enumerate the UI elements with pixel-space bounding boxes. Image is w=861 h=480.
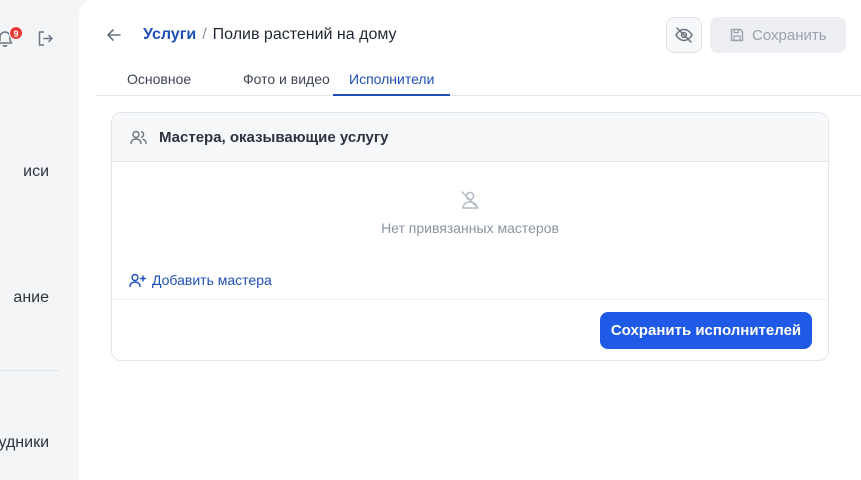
add-master-button[interactable]: Добавить мастера — [129, 272, 272, 288]
notifications-button[interactable]: 9 — [0, 26, 23, 50]
user-plus-icon — [129, 273, 146, 287]
masters-card: Мастера, оказывающие услугу Нет привязан… — [111, 112, 829, 361]
sidebar-divider — [0, 370, 59, 371]
sidebar-item-2[interactable]: ание — [13, 289, 49, 307]
masters-card-header: Мастера, оказывающие услугу — [112, 113, 828, 162]
notification-badge: 9 — [9, 26, 23, 40]
users-icon — [130, 130, 147, 144]
tab-performers[interactable]: Исполнители — [333, 64, 451, 96]
eye-off-icon — [675, 27, 693, 43]
breadcrumb-separator: / — [202, 26, 207, 43]
masters-card-title: Мастера, оказывающие услугу — [159, 128, 389, 146]
save-icon — [730, 28, 744, 42]
logout-icon[interactable] — [37, 30, 54, 47]
sidebar: 9 иси ание удники — [0, 0, 79, 480]
sidebar-top-icons: 9 — [0, 26, 79, 50]
card-divider — [112, 299, 828, 300]
page-title: Полив растений на дому — [212, 26, 397, 43]
tab-photo-video[interactable]: Фото и видео — [227, 64, 346, 96]
user-off-icon — [461, 191, 479, 209]
breadcrumb: Услуги / Полив растений на дому — [143, 26, 397, 44]
empty-state-text: Нет привязанных мастеров — [381, 220, 559, 236]
save-button-label: Сохранить — [752, 26, 827, 44]
tab-main[interactable]: Основное — [111, 64, 207, 96]
breadcrumb-services-link[interactable]: Услуги — [143, 26, 196, 43]
sidebar-item-1[interactable]: иси — [23, 163, 49, 181]
save-button[interactable]: Сохранить — [710, 17, 846, 53]
visibility-toggle-button[interactable] — [666, 17, 702, 53]
save-performers-button[interactable]: Сохранить исполнителей — [600, 312, 812, 349]
main-panel: Услуги / Полив растений на дому Сохранить … — [79, 0, 861, 480]
tab-bar: Основное Фото и видео Исполнители — [95, 64, 861, 96]
back-arrow-icon[interactable] — [104, 24, 124, 46]
add-master-label: Добавить мастера — [152, 272, 272, 288]
empty-state: Нет привязанных мастеров — [112, 189, 828, 236]
sidebar-item-3[interactable]: удники — [0, 434, 49, 452]
